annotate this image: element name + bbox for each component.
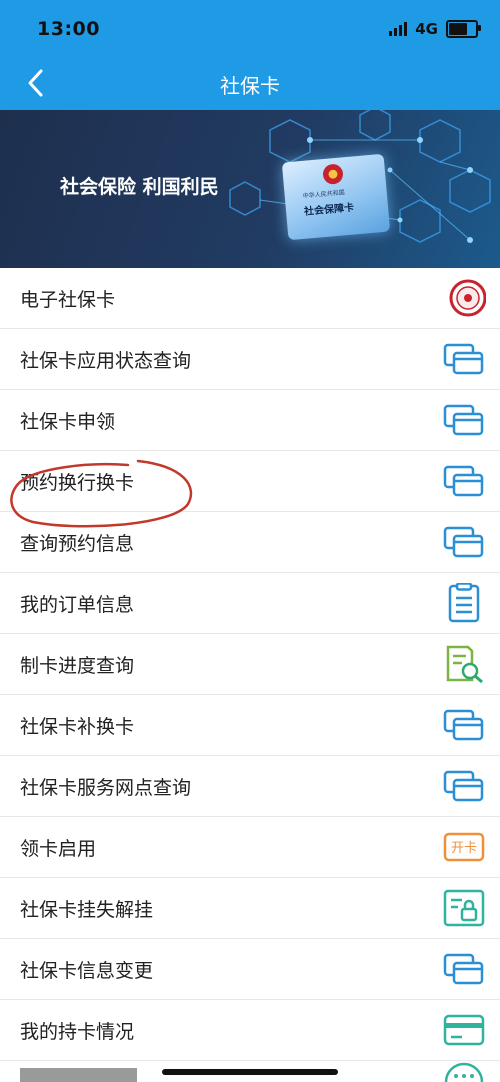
card-icon: [443, 770, 484, 802]
menu-item-electronic-card[interactable]: 电子社保卡: [0, 268, 500, 329]
seal-icon: [449, 279, 486, 317]
menu-item-production-progress[interactable]: 制卡进度查询: [0, 634, 500, 695]
partial-row-thumbnail: [20, 1068, 137, 1082]
national-emblem-icon: [322, 163, 344, 186]
card-icon: [443, 404, 484, 436]
page-title: 社保卡: [220, 74, 280, 98]
lock-card-icon: [443, 889, 485, 927]
menu-list: 电子社保卡 社保卡应用状态查询 社保卡申领 预约换行换卡 查询预约信息 我的订单…: [0, 268, 500, 1061]
menu-item-label: 领卡启用: [20, 838, 97, 860]
document-search-icon: [446, 645, 483, 684]
menu-item-reserve-replace[interactable]: 预约换行换卡: [0, 451, 500, 512]
banner-slogan: 社会保险 利国利民: [60, 176, 219, 198]
social-security-card-image: 中华人民共和国 社会保障卡: [281, 153, 391, 241]
card-small-text: 中华人民共和国: [302, 189, 345, 200]
card-title: 社会保障卡: [303, 202, 355, 218]
menu-item-info-change[interactable]: 社保卡信息变更: [0, 939, 500, 1000]
banner: 社会保险 利国利民 中华人民共和国 社会保障卡: [0, 110, 500, 268]
menu-item-query-reservation[interactable]: 查询预约信息: [0, 512, 500, 573]
credit-card-icon: [443, 1014, 485, 1046]
menu-item-label: 制卡进度查询: [20, 655, 135, 677]
card-icon: [443, 465, 484, 497]
menu-item-card-apply[interactable]: 社保卡申领: [0, 390, 500, 451]
menu-item-label: 预约换行换卡: [20, 472, 135, 494]
menu-item-card-status[interactable]: 社保卡应用状态查询: [0, 329, 500, 390]
menu-item-service-outlets[interactable]: 社保卡服务网点查询: [0, 756, 500, 817]
top-bar: 13:00 4G 社保卡: [0, 0, 500, 110]
network-label: 4G: [415, 20, 438, 38]
status-time: 13:00: [37, 18, 100, 40]
menu-item-label: 社保卡申领: [20, 411, 116, 433]
home-indicator[interactable]: [162, 1069, 338, 1075]
menu-item-label: 我的持卡情况: [20, 1021, 135, 1043]
menu-item-label: 社保卡服务网点查询: [20, 777, 192, 799]
card-icon: [443, 709, 484, 741]
activate-card-icon-text: 开卡: [451, 841, 477, 856]
menu-item-activate-card[interactable]: 领卡启用 开卡: [0, 817, 500, 878]
more-icon: [444, 1062, 484, 1082]
card-icon: [443, 953, 484, 985]
menu-item-label: 社保卡应用状态查询: [20, 350, 192, 372]
menu-item-label: 社保卡挂失解挂: [20, 899, 154, 921]
menu-item-label: 社保卡补换卡: [20, 716, 135, 738]
menu-item-label: 电子社保卡: [20, 289, 116, 311]
menu-item-my-orders[interactable]: 我的订单信息: [0, 573, 500, 634]
menu-item-label: 社保卡信息变更: [20, 960, 154, 982]
menu-item-report-loss[interactable]: 社保卡挂失解挂: [0, 878, 500, 939]
clipboard-icon: [448, 583, 480, 623]
menu-item-card-holdings[interactable]: 我的持卡情况: [0, 1000, 500, 1061]
menu-item-label: 查询预约信息: [20, 533, 135, 555]
menu-item-label: 我的订单信息: [20, 594, 135, 616]
card-icon: [443, 343, 484, 375]
nav-bar: 社保卡: [0, 56, 500, 110]
signal-icon: [389, 22, 408, 36]
status-bar: 13:00 4G: [0, 0, 500, 56]
card-icon: [443, 526, 484, 558]
activate-card-icon: 开卡: [443, 832, 485, 862]
battery-icon: [446, 20, 481, 38]
menu-item-reissue-card[interactable]: 社保卡补换卡: [0, 695, 500, 756]
